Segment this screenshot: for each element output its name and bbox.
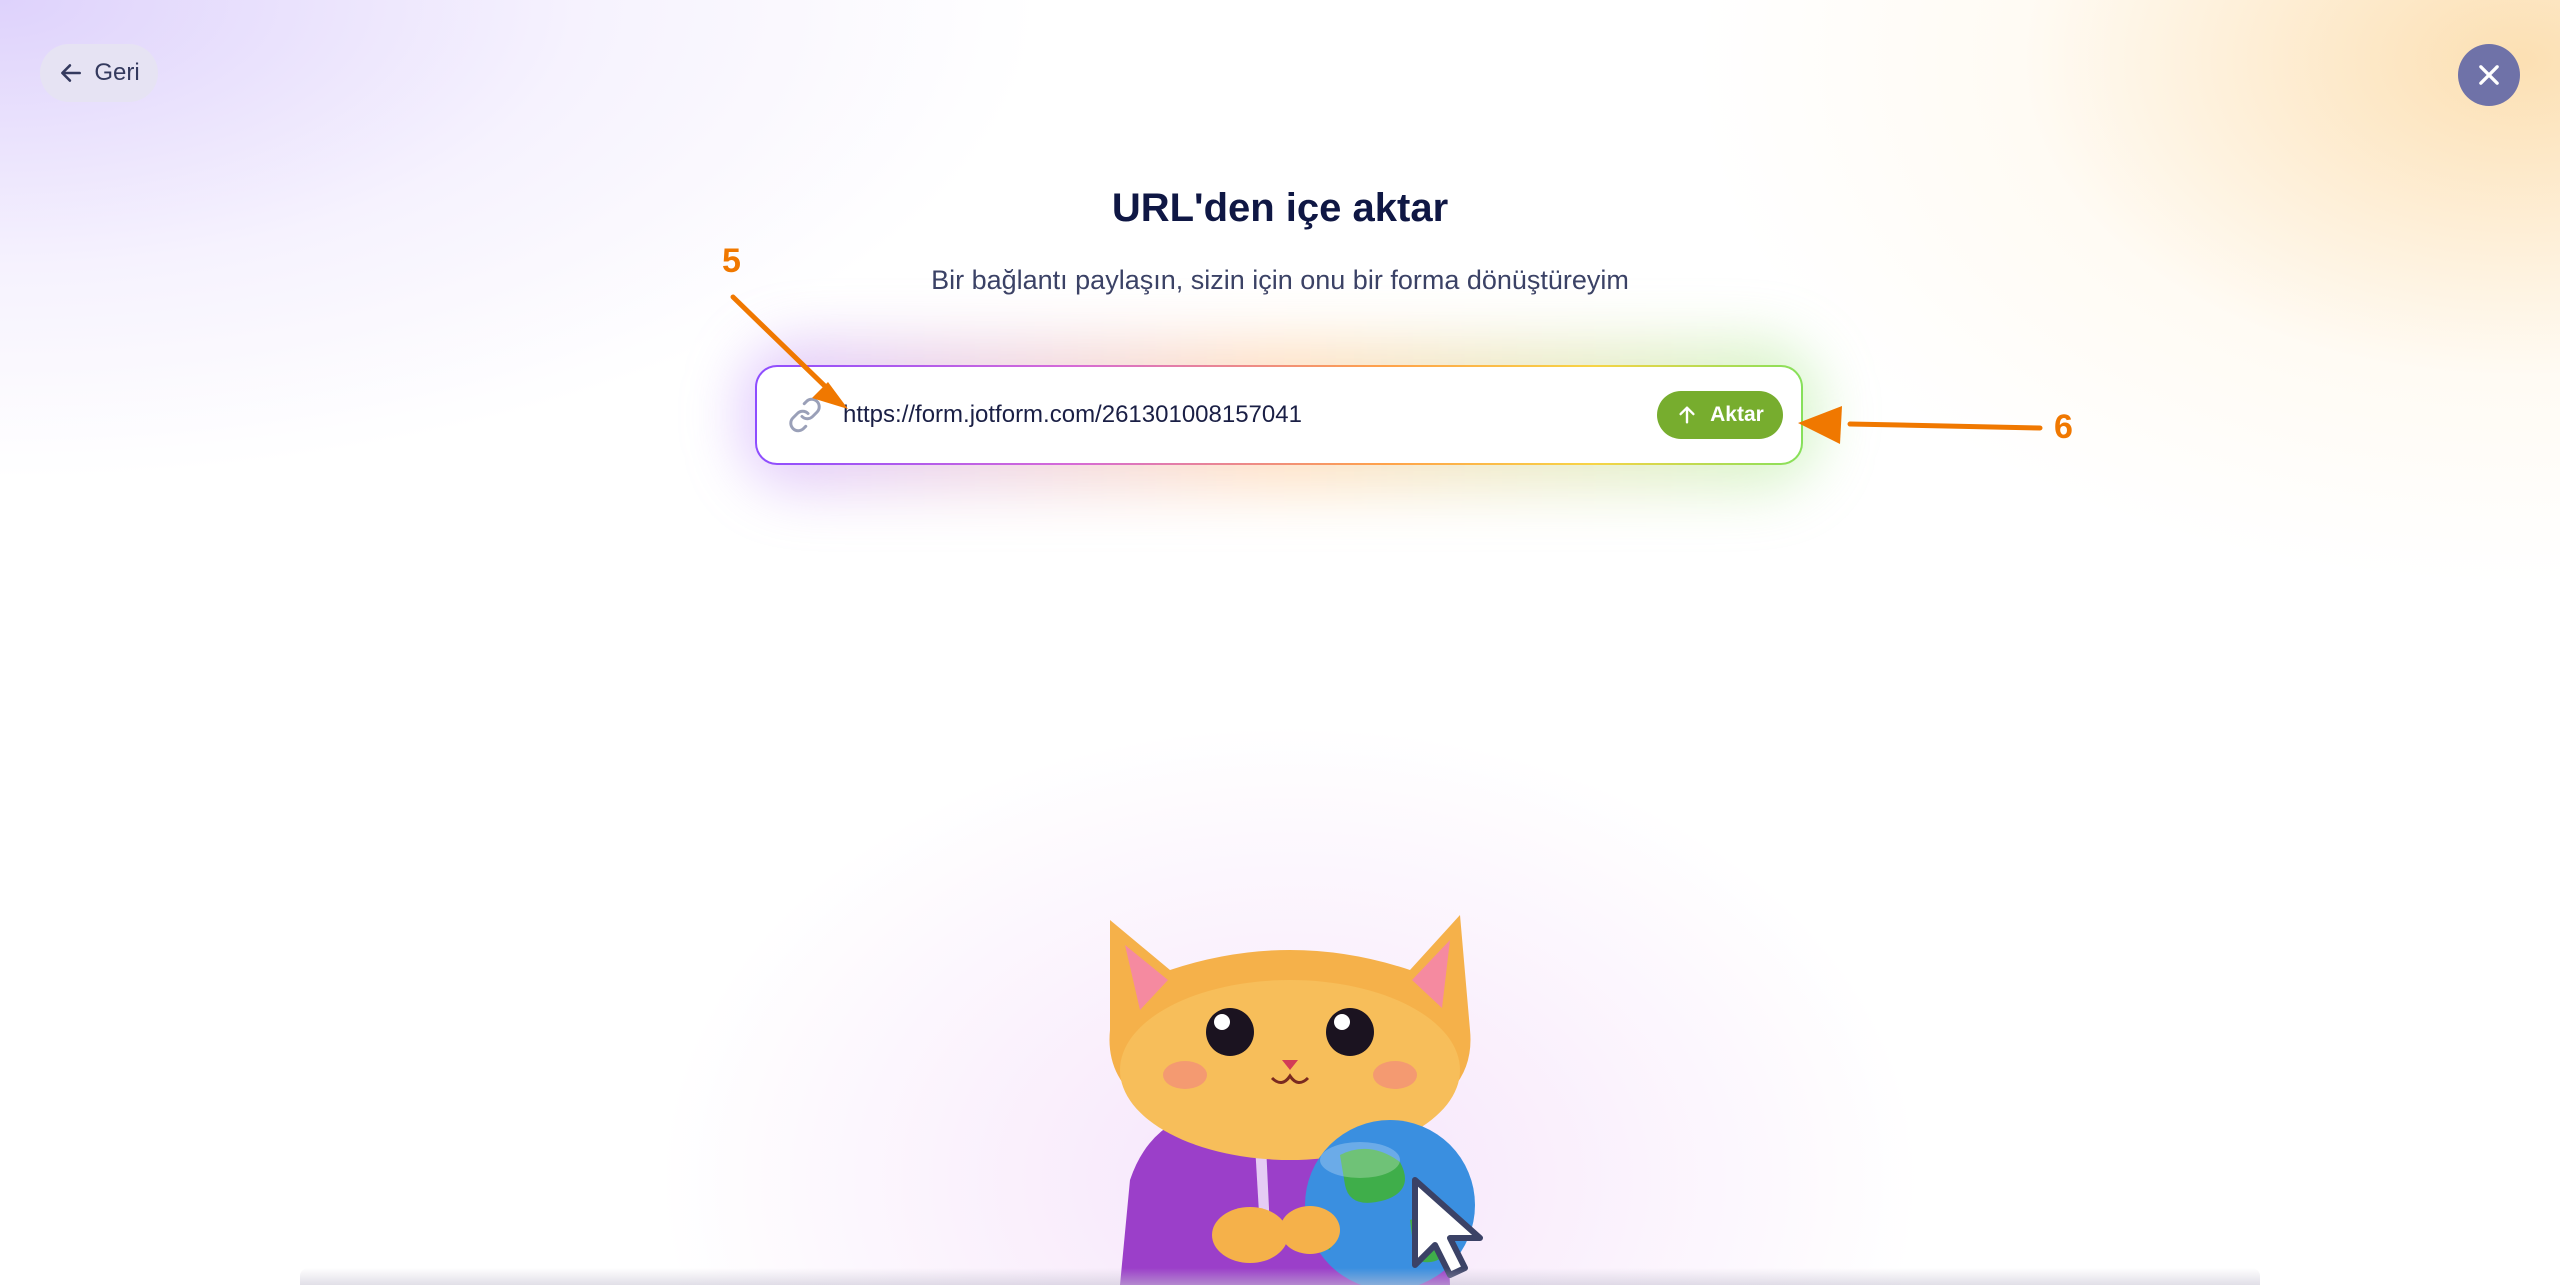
link-icon <box>789 397 821 433</box>
url-import-bar-inner: Aktar <box>757 367 1801 463</box>
close-icon <box>2479 65 2499 85</box>
url-import-bar: Aktar <box>755 365 1803 465</box>
import-button[interactable]: Aktar <box>1657 391 1783 439</box>
page-subtitle: Bir bağlantı paylaşın, sizin için onu bi… <box>931 265 1629 295</box>
import-button-label: Aktar <box>1710 403 1764 426</box>
arrow-up-icon <box>1679 406 1695 424</box>
page-title: URL'den içe aktar <box>1111 186 1449 230</box>
annotation-marker-6: 6 <box>2054 408 2073 446</box>
annotation-marker-5: 5 <box>722 242 741 280</box>
bottom-panel-edge <box>300 1268 2260 1285</box>
back-button-label: Geri <box>94 59 140 86</box>
back-button[interactable]: Geri <box>40 44 158 102</box>
annotation-arrow-6 <box>1847 421 2043 431</box>
url-input[interactable] <box>843 385 1657 445</box>
cat-mascot-with-globe-icon <box>1109 915 1483 1285</box>
arrow-left-icon <box>61 64 82 82</box>
close-button[interactable] <box>2458 44 2520 106</box>
